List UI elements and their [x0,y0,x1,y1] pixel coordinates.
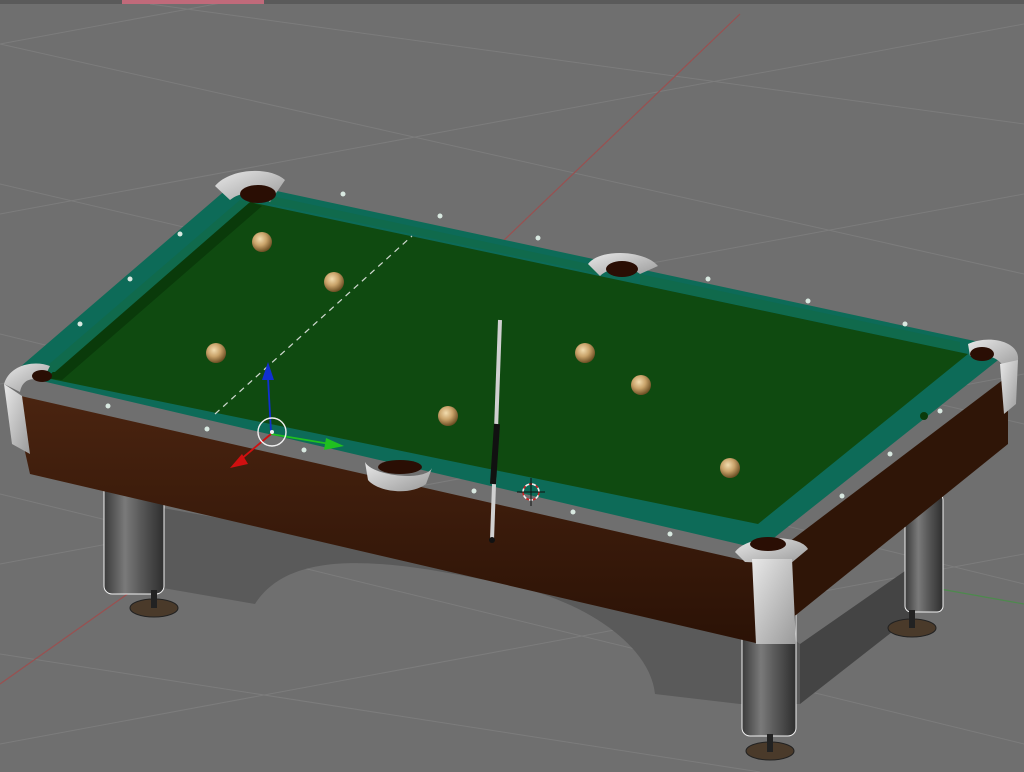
grid-y-axis-line [939,588,1024,605]
ball [720,458,740,478]
small-ball [920,412,928,420]
ball [252,232,272,252]
grid-x-axis-line [499,13,741,245]
ball [324,272,344,292]
viewport-canvas[interactable] [0,4,1024,772]
ball [206,343,226,363]
ball [575,343,595,363]
corner-cap-front-right [752,559,796,644]
3d-viewport[interactable] [0,0,1024,772]
ball [631,375,651,395]
ball [438,406,458,426]
pocket-front-left [4,363,52,392]
